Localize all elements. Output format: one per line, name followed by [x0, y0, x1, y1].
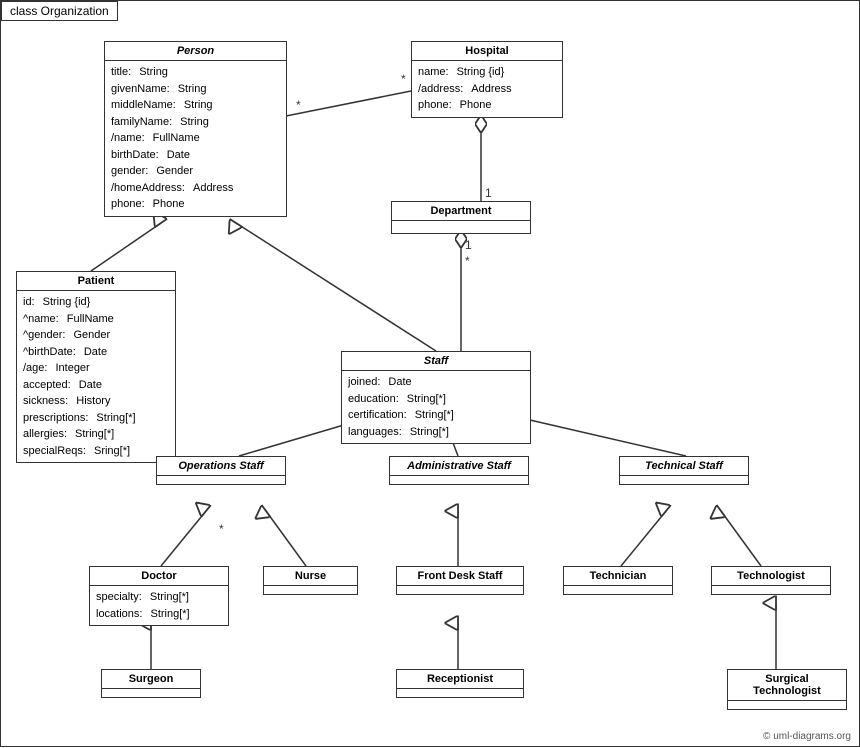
- technician-class: Technician: [563, 566, 673, 595]
- front-desk-staff-title: Front Desk Staff: [397, 567, 523, 586]
- diagram-container: class Organization: [0, 0, 860, 747]
- operations-staff-title: Operations Staff: [157, 457, 285, 476]
- administrative-staff-title: Administrative Staff: [390, 457, 528, 476]
- doctor-title: Doctor: [90, 567, 228, 586]
- receptionist-title: Receptionist: [397, 670, 523, 689]
- hospital-class: Hospital name:String {id} /address:Addre…: [411, 41, 563, 118]
- nurse-class: Nurse: [263, 566, 358, 595]
- svg-text:*: *: [465, 254, 470, 268]
- patient-title: Patient: [17, 272, 175, 291]
- hospital-title: Hospital: [412, 42, 562, 61]
- patient-attrs: id:String {id} ^name:FullName ^gender:Ge…: [17, 291, 175, 462]
- technologist-title: Technologist: [712, 567, 830, 586]
- staff-title: Staff: [342, 352, 530, 371]
- nurse-title: Nurse: [264, 567, 357, 586]
- technologist-class: Technologist: [711, 566, 831, 595]
- diagram-title: class Organization: [1, 1, 118, 21]
- doctor-attrs: specialty:String[*] locations:String[*]: [90, 586, 228, 625]
- surgeon-title: Surgeon: [102, 670, 200, 689]
- patient-class: Patient id:String {id} ^name:FullName ^g…: [16, 271, 176, 463]
- copyright: © uml-diagrams.org: [763, 731, 851, 742]
- svg-text:*: *: [219, 522, 224, 536]
- administrative-staff-class: Administrative Staff: [389, 456, 529, 485]
- operations-staff-class: Operations Staff: [156, 456, 286, 485]
- department-class: Department: [391, 201, 531, 234]
- front-desk-staff-class: Front Desk Staff: [396, 566, 524, 595]
- person-title: Person: [105, 42, 286, 61]
- person-attrs: title:String givenName:String middleName…: [105, 61, 286, 216]
- surgeon-class: Surgeon: [101, 669, 201, 698]
- technician-title: Technician: [564, 567, 672, 586]
- staff-attrs: joined:Date education:String[*] certific…: [342, 371, 530, 443]
- technical-staff-class: Technical Staff: [619, 456, 749, 485]
- svg-text:1: 1: [485, 186, 492, 200]
- doctor-class: Doctor specialty:String[*] locations:Str…: [89, 566, 229, 626]
- person-class: Person title:String givenName:String mid…: [104, 41, 287, 217]
- technical-staff-title: Technical Staff: [620, 457, 748, 476]
- svg-text:*: *: [401, 72, 406, 86]
- hospital-attrs: name:String {id} /address:Address phone:…: [412, 61, 562, 117]
- surgical-technologist-title: Surgical Technologist: [728, 670, 846, 701]
- receptionist-class: Receptionist: [396, 669, 524, 698]
- staff-class: Staff joined:Date education:String[*] ce…: [341, 351, 531, 444]
- svg-text:*: *: [296, 98, 301, 112]
- department-attrs: [392, 221, 530, 233]
- department-title: Department: [392, 202, 530, 221]
- surgical-technologist-class: Surgical Technologist: [727, 669, 847, 710]
- svg-text:1: 1: [465, 238, 472, 252]
